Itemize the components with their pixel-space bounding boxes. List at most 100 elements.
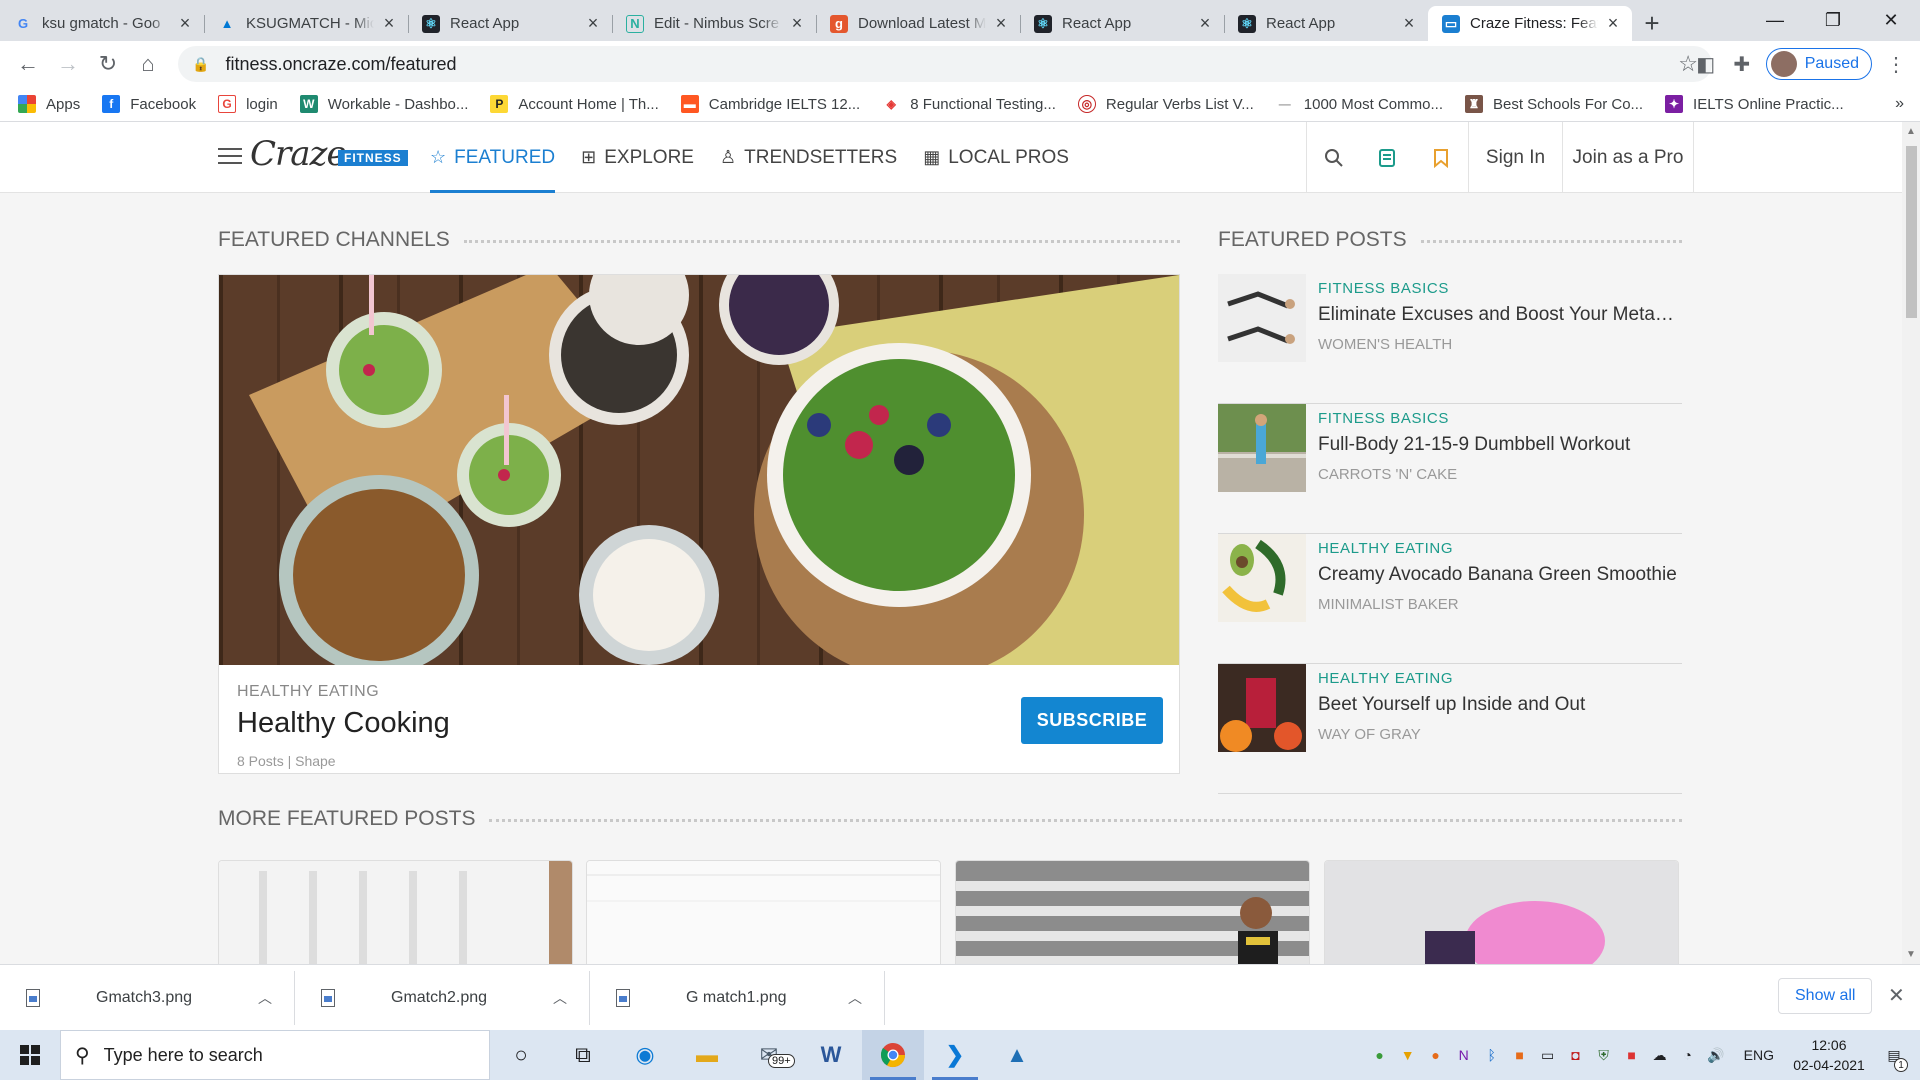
network-icon[interactable]: ☁ bbox=[1648, 1030, 1672, 1080]
bookmark-apps[interactable]: Apps bbox=[18, 95, 80, 113]
download-item[interactable]: G match1.png ︿ bbox=[590, 970, 885, 1025]
onenote-tray-icon[interactable]: N bbox=[1452, 1030, 1476, 1080]
scrollbar-thumb[interactable] bbox=[1906, 146, 1917, 318]
file-explorer-icon[interactable]: ▬ bbox=[676, 1030, 738, 1080]
notification-icon[interactable]: ▤ 1 bbox=[1872, 1030, 1916, 1080]
tab-close-icon[interactable]: × bbox=[788, 13, 806, 34]
vscode-icon[interactable]: ❯ bbox=[924, 1030, 986, 1080]
photos-icon[interactable]: ▲ bbox=[986, 1030, 1048, 1080]
post-thumbnail[interactable] bbox=[1218, 404, 1306, 492]
language-indicator[interactable]: ENG bbox=[1744, 1047, 1774, 1063]
tab-close-icon[interactable]: × bbox=[1196, 13, 1214, 34]
url-text[interactable]: fitness.oncraze.com/featured bbox=[225, 54, 456, 75]
list-item[interactable]: FITNESS BASICS Eliminate Excuses and Boo… bbox=[1218, 274, 1682, 404]
bookmark-item[interactable]: f Facebook bbox=[102, 95, 196, 113]
hamburger-menu-icon[interactable] bbox=[218, 148, 242, 164]
nav-explore[interactable]: ⊞ EXPLORE bbox=[581, 122, 694, 193]
browser-tab[interactable]: ⚛ React App × bbox=[408, 6, 612, 41]
nav-trendsetters[interactable]: ♙ TRENDSETTERS bbox=[720, 122, 897, 193]
sign-in-link[interactable]: Sign In bbox=[1468, 122, 1562, 193]
bookmark-icon[interactable] bbox=[1414, 122, 1468, 193]
start-button[interactable] bbox=[0, 1030, 60, 1080]
mcafee-icon[interactable]: ◘ bbox=[1564, 1030, 1588, 1080]
post-title[interactable]: Creamy Avocado Banana Green Smoothie bbox=[1318, 564, 1678, 586]
subscribe-button[interactable]: SUBSCRIBE bbox=[1021, 697, 1163, 744]
browser-tab-active[interactable]: ▭ Craze Fitness: Feat × bbox=[1428, 6, 1632, 41]
post-thumbnail[interactable] bbox=[1218, 664, 1306, 752]
tray-app-icon[interactable]: ■ bbox=[1620, 1030, 1644, 1080]
post-thumbnail[interactable] bbox=[1218, 274, 1306, 362]
bookmark-item[interactable]: ◈ 8 Functional Testing... bbox=[882, 95, 1056, 113]
bookmark-item[interactable]: ▬ Cambridge IELTS 12... bbox=[680, 95, 860, 113]
channel-image[interactable] bbox=[219, 275, 1179, 665]
close-icon[interactable]: ✕ bbox=[1888, 983, 1905, 1008]
forward-button[interactable]: → bbox=[48, 44, 88, 84]
tab-close-icon[interactable]: × bbox=[176, 13, 194, 34]
security-icon[interactable]: ⛨ bbox=[1592, 1030, 1616, 1080]
edge-icon[interactable]: ◉ bbox=[614, 1030, 676, 1080]
tray-app-icon[interactable]: ▼ bbox=[1396, 1030, 1420, 1080]
download-item[interactable]: Gmatch3.png ︿ bbox=[0, 970, 295, 1025]
join-pro-link[interactable]: Join as a Pro bbox=[1562, 122, 1694, 193]
address-bar[interactable]: 🔒 fitness.oncraze.com/featured ☆ bbox=[178, 46, 1712, 82]
post-card[interactable] bbox=[955, 860, 1310, 964]
bookmark-item[interactable]: ♜ Best Schools For Co... bbox=[1464, 95, 1643, 113]
extensions-puzzle-icon[interactable]: ✚ bbox=[1724, 46, 1760, 82]
list-item[interactable]: HEALTHY EATING Beet Yourself up Inside a… bbox=[1218, 664, 1682, 794]
cortana-icon[interactable]: ○ bbox=[490, 1030, 552, 1080]
extension-icon[interactable]: ◧ bbox=[1688, 46, 1724, 82]
nav-featured[interactable]: ☆ FEATURED bbox=[430, 122, 556, 193]
bookmark-item[interactable]: ◎ Regular Verbs List V... bbox=[1077, 95, 1254, 113]
chevron-up-icon[interactable]: ︿ bbox=[553, 988, 567, 1008]
browser-tab[interactable]: N Edit - Nimbus Scre × bbox=[612, 6, 816, 41]
nav-local-pros[interactable]: ▦ LOCAL PROS bbox=[923, 122, 1069, 193]
tray-app-icon[interactable]: ■ bbox=[1508, 1030, 1532, 1080]
post-title[interactable]: Full-Body 21-15-9 Dumbbell Workout bbox=[1318, 434, 1678, 456]
volume-icon[interactable]: 🔊 bbox=[1704, 1030, 1728, 1080]
clock[interactable]: 12:06 02-04-2021 bbox=[1786, 1035, 1872, 1075]
scroll-down-icon[interactable]: ▼ bbox=[1906, 949, 1916, 960]
show-all-downloads-button[interactable]: Show all bbox=[1778, 978, 1873, 1014]
new-tab-button[interactable]: + bbox=[1632, 6, 1672, 41]
browser-tab[interactable]: G ksu gmatch - Goo × bbox=[0, 6, 204, 41]
tray-app-icon[interactable]: ● bbox=[1424, 1030, 1448, 1080]
bookmark-item[interactable]: W Workable - Dashbo... bbox=[299, 95, 468, 113]
post-card[interactable] bbox=[1324, 860, 1679, 964]
featured-channel-card[interactable]: HEALTHY EATING Healthy Cooking 8 Posts |… bbox=[218, 274, 1180, 774]
chrome-icon[interactable] bbox=[862, 1030, 924, 1080]
minimize-button[interactable]: — bbox=[1746, 0, 1804, 40]
channel-title[interactable]: Healthy Cooking bbox=[237, 707, 450, 740]
page-scrollbar[interactable]: ▲ ▼ bbox=[1902, 122, 1920, 964]
taskbar-search-box[interactable]: ⚲ Type here to search bbox=[60, 1030, 490, 1080]
download-item[interactable]: Gmatch2.png ︿ bbox=[295, 970, 590, 1025]
chevron-up-icon[interactable]: ︿ bbox=[848, 988, 862, 1008]
home-button[interactable]: ⌂ bbox=[128, 44, 168, 84]
post-card[interactable] bbox=[218, 860, 573, 964]
browser-tab[interactable]: ⚛ React App × bbox=[1224, 6, 1428, 41]
list-item[interactable]: FITNESS BASICS Full-Body 21-15-9 Dumbbel… bbox=[1218, 404, 1682, 534]
post-title[interactable]: Eliminate Excuses and Boost Your Metab..… bbox=[1318, 304, 1678, 326]
restore-button[interactable]: ❐ bbox=[1804, 0, 1862, 40]
tab-close-icon[interactable]: × bbox=[992, 13, 1010, 34]
menu-dots-icon[interactable]: ⋮ bbox=[1878, 46, 1914, 82]
back-button[interactable]: ← bbox=[8, 44, 48, 84]
craze-logo[interactable]: Craze bbox=[250, 134, 347, 174]
bookmark-item[interactable]: ✦ IELTS Online Practic... bbox=[1665, 95, 1844, 113]
browser-tab[interactable]: ▲ KSUGMATCH - Mic × bbox=[204, 6, 408, 41]
mail-icon[interactable]: ✉ 99+ bbox=[738, 1030, 800, 1080]
reading-list-icon[interactable] bbox=[1360, 122, 1414, 193]
reload-button[interactable]: ↻ bbox=[88, 44, 128, 84]
more-bookmarks-icon[interactable]: » bbox=[1895, 95, 1904, 113]
scroll-up-icon[interactable]: ▲ bbox=[1906, 126, 1916, 137]
list-item[interactable]: HEALTHY EATING Creamy Avocado Banana Gre… bbox=[1218, 534, 1682, 664]
browser-tab[interactable]: ⚛ React App × bbox=[1020, 6, 1224, 41]
task-view-icon[interactable]: ⧉ bbox=[552, 1030, 614, 1080]
lock-icon[interactable]: 🔒 bbox=[192, 56, 209, 73]
bookmark-item[interactable]: — 1000 Most Commo... bbox=[1275, 95, 1443, 113]
bookmark-item[interactable]: P Account Home | Th... bbox=[490, 95, 659, 113]
post-card[interactable] bbox=[586, 860, 941, 964]
wifi-icon[interactable]: ◔ bbox=[1676, 1030, 1700, 1080]
tab-close-icon[interactable]: × bbox=[380, 13, 398, 34]
tab-close-icon[interactable]: × bbox=[1604, 13, 1622, 34]
post-thumbnail[interactable] bbox=[1218, 534, 1306, 622]
